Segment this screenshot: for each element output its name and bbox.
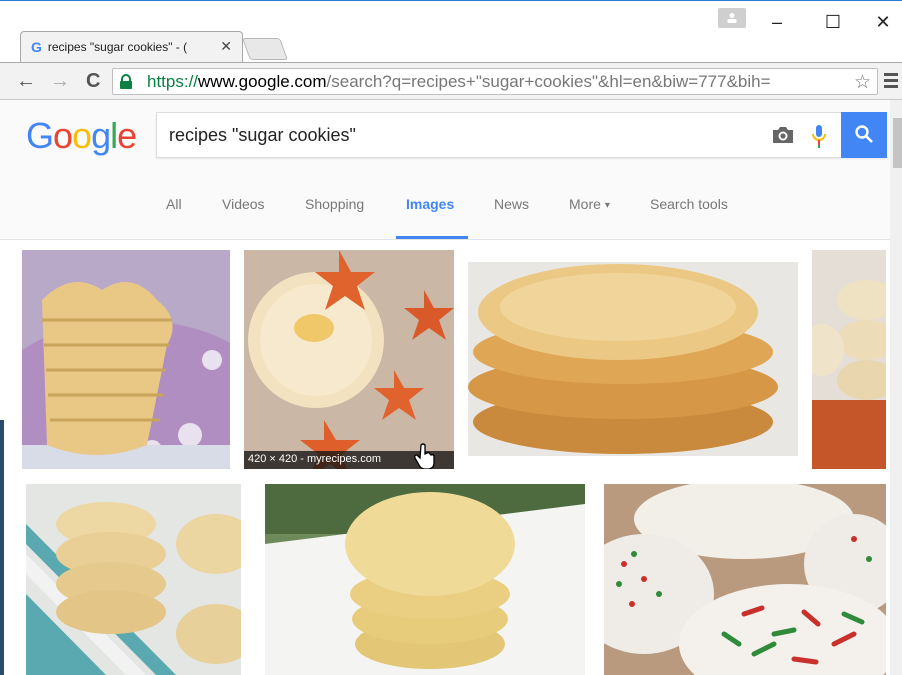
image-result[interactable] xyxy=(22,250,230,469)
reload-icon[interactable]: C xyxy=(86,71,100,91)
image-result-hovered[interactable]: 420 × 420 - myrecipes.com xyxy=(244,250,454,469)
tab-all[interactable]: All xyxy=(166,196,182,212)
search-icon xyxy=(855,125,873,143)
tab-images[interactable]: Images xyxy=(406,196,454,212)
hand-cursor-icon xyxy=(414,443,435,469)
tab-videos[interactable]: Videos xyxy=(222,196,265,212)
cookies-on-tray-image xyxy=(812,250,886,469)
image-result[interactable] xyxy=(26,484,241,675)
image-result[interactable] xyxy=(265,484,585,675)
camera-icon[interactable] xyxy=(771,125,795,145)
url-path: /search?q=recipes+"sugar+cookies"&hl=en&… xyxy=(326,72,771,91)
profile-button[interactable] xyxy=(718,8,746,28)
url-host: www.google.com xyxy=(198,72,327,91)
url-scheme: https:// xyxy=(147,72,199,91)
search-input[interactable] xyxy=(169,125,729,146)
frosted-sprinkle-cookies-image xyxy=(604,484,886,675)
tab-news[interactable]: News xyxy=(494,196,529,212)
tab-close-icon[interactable]: ✕ xyxy=(220,38,232,55)
menu-icon[interactable] xyxy=(884,73,898,89)
cookie-stack-image xyxy=(468,262,798,456)
person-icon xyxy=(727,13,737,23)
sugar-cookies-stack-image xyxy=(22,250,230,469)
close-window-button[interactable]: ✕ xyxy=(868,10,898,34)
search-button[interactable] xyxy=(841,112,887,158)
image-result[interactable] xyxy=(604,484,886,675)
image-result[interactable] xyxy=(812,250,886,469)
window-titlebar: G recipes "sugar cookies" - ( ✕ – ☐ ✕ xyxy=(0,0,902,62)
tab-title: recipes "sugar cookies" - ( xyxy=(47,40,188,54)
google-logo[interactable]: Google xyxy=(26,115,137,157)
bookmark-star-icon[interactable]: ☆ xyxy=(854,71,871,94)
caret-down-icon: ▾ xyxy=(604,200,610,211)
address-bar[interactable]: https://www.google.com/search?q=recipes+… xyxy=(112,68,878,95)
page-scrollbar[interactable] xyxy=(890,100,902,675)
scrollbar-thumb[interactable] xyxy=(893,118,902,168)
active-tab-indicator xyxy=(396,236,468,239)
url-text: https://www.google.com/search?q=recipes+… xyxy=(147,72,771,92)
microphone-icon[interactable] xyxy=(811,123,827,149)
image-result[interactable] xyxy=(468,262,798,456)
google-favicon-icon: G xyxy=(31,39,42,55)
crinkle-sugar-cookies-image xyxy=(265,484,585,675)
back-arrow-icon[interactable]: ← xyxy=(16,71,36,91)
browser-tab[interactable]: G recipes "sugar cookies" - ( ✕ xyxy=(20,31,243,62)
minimize-button[interactable]: – xyxy=(762,10,792,34)
search-type-tabs: All Videos Shopping Images News More ▾ Se… xyxy=(0,184,890,240)
star-cookies-image xyxy=(244,250,454,469)
background-window-edge xyxy=(0,420,4,675)
maximize-button[interactable]: ☐ xyxy=(818,10,848,34)
new-tab-button[interactable] xyxy=(241,38,289,60)
tab-shopping[interactable]: Shopping xyxy=(305,196,364,212)
tab-more[interactable]: More ▾ xyxy=(569,196,610,212)
tab-search-tools[interactable]: Search tools xyxy=(650,196,728,212)
lock-icon xyxy=(120,74,132,89)
cookies-striped-napkin-image xyxy=(26,484,241,675)
forward-arrow-icon[interactable]: → xyxy=(50,71,70,91)
search-box xyxy=(156,112,887,158)
google-header: Google All Videos Shopping Images News M… xyxy=(0,100,890,240)
window-border xyxy=(0,0,902,1)
browser-toolbar: ← → C https://www.google.com/search?q=re… xyxy=(0,62,902,100)
